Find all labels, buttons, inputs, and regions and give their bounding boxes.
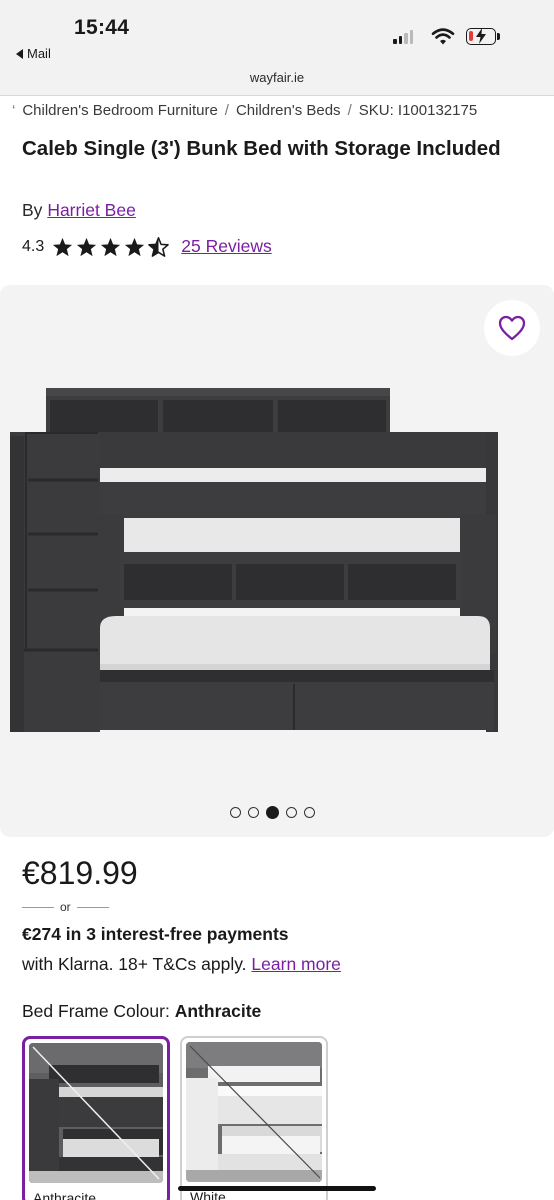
breadcrumb-separator: /: [347, 102, 352, 119]
wifi-icon: [431, 28, 455, 45]
home-indicator[interactable]: [178, 1186, 376, 1191]
or-divider: or: [22, 900, 109, 914]
product-image: [10, 388, 498, 732]
cellular-signal-icon: [393, 30, 413, 44]
back-app-label: Mail: [27, 46, 51, 61]
rating-value: 4.3: [22, 237, 45, 255]
address-bar[interactable]: wayfair.ie: [0, 64, 554, 96]
klarna-terms-text: with Klarna. 18+ T&Cs apply.: [22, 954, 247, 974]
selected-colour: Anthracite: [174, 1001, 262, 1021]
favorite-button[interactable]: [484, 300, 540, 356]
breadcrumb-separator: /: [224, 102, 229, 119]
breadcrumb-item[interactable]: Children's Bedroom Furniture: [22, 102, 217, 119]
klarna-terms: with Klarna. 18+ T&Cs apply. Learn more: [22, 954, 341, 975]
star-full-icon: [125, 237, 145, 256]
product-price: €819.99: [22, 855, 138, 891]
klarna-installments: €274 in 3 interest-free payments: [22, 924, 289, 944]
colour-label-text: Bed Frame Colour:: [22, 1001, 170, 1021]
colour-option-label: Bed Frame Colour: Anthracite: [22, 1001, 261, 1022]
status-bar: 15:44 Mail: [0, 0, 554, 64]
gallery-dot[interactable]: [286, 807, 297, 818]
star-full-icon: [53, 237, 73, 256]
brand-byline: By Harriet Bee: [22, 200, 136, 221]
star-full-icon: [77, 237, 97, 256]
battery-charging-icon: [466, 28, 496, 45]
breadcrumb-item[interactable]: Children's Beds: [236, 102, 341, 119]
gallery-pagination: [230, 806, 315, 819]
by-label: By: [22, 200, 43, 220]
reviews-link[interactable]: 25 Reviews: [181, 236, 271, 257]
gallery-dot[interactable]: [304, 807, 315, 818]
gallery-dot-active[interactable]: [266, 806, 279, 819]
swatch-thumbnail: [29, 1043, 163, 1183]
or-text: or: [60, 900, 71, 914]
back-to-mail-button[interactable]: Mail: [16, 46, 51, 61]
star-full-icon: [101, 237, 121, 256]
swatch-thumbnail: [186, 1042, 322, 1182]
rating-row: 4.3 25 Reviews: [22, 236, 272, 257]
product-title: Caleb Single (3') Bunk Bed with Storage …: [22, 137, 501, 160]
status-time: 15:44: [74, 16, 130, 39]
breadcrumb-sku: SKU: I100132175: [358, 102, 478, 119]
gallery-dot[interactable]: [230, 807, 241, 818]
swatch-white[interactable]: White: [180, 1036, 328, 1200]
gallery-dot[interactable]: [248, 807, 259, 818]
brand-link[interactable]: Harriet Bee: [47, 200, 136, 220]
learn-more-link[interactable]: Learn more: [251, 954, 341, 974]
swatch-anthracite[interactable]: Anthracite: [22, 1036, 170, 1200]
star-half-icon: [148, 236, 170, 257]
back-arrow-icon: [16, 48, 23, 59]
breadcrumb-lead-mark: ‘: [12, 102, 16, 119]
swatch-label: Anthracite: [33, 1190, 97, 1200]
breadcrumb: ‘ Children's Bedroom Furniture / Childre…: [12, 102, 477, 119]
heart-outline-icon: [498, 315, 526, 341]
url-text: wayfair.ie: [249, 70, 305, 85]
star-rating: [52, 236, 170, 257]
